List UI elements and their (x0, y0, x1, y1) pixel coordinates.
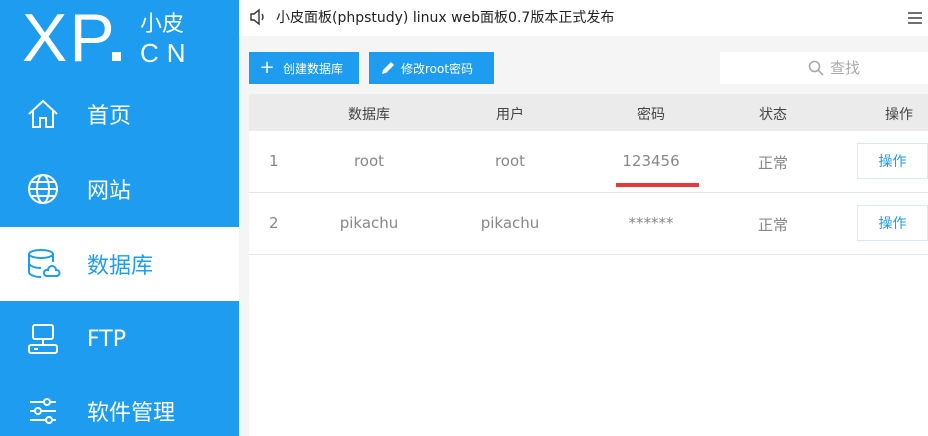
logo-xp-text: XP (22, 0, 117, 76)
action-button[interactable]: 操作 (857, 143, 928, 179)
column-header-database: 数据库 (348, 107, 390, 123)
sidebar-item-label: FTP (87, 326, 126, 352)
logo-dot (112, 52, 121, 61)
search-input[interactable] (830, 52, 920, 84)
sidebar-item-website[interactable]: 网站 (0, 152, 239, 226)
logo-cn-bottom-text: CN (140, 38, 194, 68)
server-icon (24, 320, 62, 358)
table-row: 1 root root 123456 正常 操作 (249, 131, 928, 193)
plus-icon: + (259, 57, 275, 78)
database-table: 数据库 用户 密码 状态 操作 1 root root 123456 正常 操作… (249, 94, 928, 436)
main-content: + 创建数据库 修改root密码 数据库 用户 密码 状态 操作 1 root (239, 36, 928, 436)
sidebar-item-label: 数据库 (87, 254, 154, 279)
top-bar: 小皮面板(phpstudy) linux web面板0.7版本正式发布 (239, 0, 928, 36)
sidebar-item-home[interactable]: 首页 (0, 77, 239, 151)
sidebar: XP 小皮 CN 首页 网站 数据库 FTP 软件管理 (0, 0, 239, 436)
user-name: root (494, 152, 526, 170)
row-index: 2 (269, 214, 279, 232)
action-button[interactable]: 操作 (857, 205, 928, 241)
database-name: root (353, 152, 385, 170)
logo: XP 小皮 CN (0, 0, 239, 76)
pencil-icon (381, 61, 395, 75)
user-name: pikachu (480, 214, 540, 232)
column-header-action: 操作 (885, 107, 913, 123)
row-index: 1 (269, 152, 279, 170)
column-header-user: 用户 (496, 107, 524, 123)
sidebar-item-label: 软件管理 (87, 401, 176, 426)
table-row: 2 pikachu pikachu ****** 正常 操作 (249, 193, 928, 255)
speaker-icon (249, 8, 267, 26)
menu-icon[interactable] (908, 9, 922, 24)
status-text: 正常 (757, 154, 789, 172)
home-icon (24, 95, 62, 133)
create-database-label: 创建数据库 (283, 61, 344, 76)
password-value: 123456 (622, 152, 680, 170)
sidebar-item-ftp[interactable]: FTP (0, 302, 239, 376)
password-value: ****** (628, 214, 674, 232)
column-header-password: 密码 (637, 107, 665, 123)
password-highlight-underline (616, 183, 699, 187)
sidebar-item-database[interactable]: 数据库 (0, 227, 239, 301)
logo-cn-top-text: 小皮 (140, 12, 185, 37)
column-header-status: 状态 (759, 107, 787, 123)
create-database-button[interactable]: + 创建数据库 (249, 52, 359, 84)
change-root-password-label: 修改root密码 (401, 61, 474, 76)
database-name: pikachu (339, 214, 399, 232)
database-icon (24, 245, 62, 283)
sliders-icon (24, 392, 62, 430)
sidebar-item-software[interactable]: 软件管理 (0, 374, 239, 436)
sidebar-item-label: 网站 (87, 179, 132, 204)
status-text: 正常 (757, 216, 789, 234)
search-icon (808, 60, 824, 76)
sidebar-item-label: 首页 (87, 104, 132, 129)
announcement-text[interactable]: 小皮面板(phpstudy) linux web面板0.7版本正式发布 (276, 7, 614, 27)
change-root-password-button[interactable]: 修改root密码 (369, 52, 494, 84)
globe-icon (24, 170, 62, 208)
table-header: 数据库 用户 密码 状态 操作 (249, 94, 928, 131)
search-box (720, 52, 928, 84)
